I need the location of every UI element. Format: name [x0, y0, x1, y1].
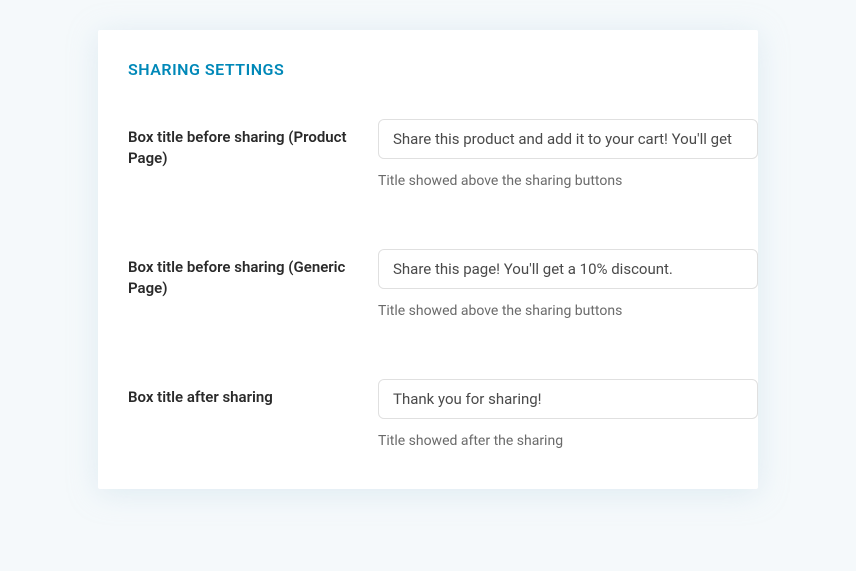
- input-before-product[interactable]: [378, 119, 758, 159]
- input-before-generic[interactable]: [378, 249, 758, 289]
- label-before-generic: Box title before sharing (Generic Page): [128, 249, 378, 299]
- control-wrap-before-generic: Title showed above the sharing buttons: [378, 249, 758, 319]
- label-before-product: Box title before sharing (Product Page): [128, 119, 378, 169]
- help-before-product: Title showed above the sharing buttons: [378, 173, 758, 189]
- control-wrap-before-product: Title showed above the sharing buttons: [378, 119, 758, 189]
- field-row-after: Box title after sharing Title showed aft…: [128, 379, 758, 449]
- field-row-before-generic: Box title before sharing (Generic Page) …: [128, 249, 758, 319]
- input-after[interactable]: [378, 379, 758, 419]
- control-wrap-after: Title showed after the sharing: [378, 379, 758, 449]
- label-after: Box title after sharing: [128, 379, 378, 408]
- sharing-settings-panel: SHARING SETTINGS Box title before sharin…: [98, 30, 758, 489]
- help-before-generic: Title showed above the sharing buttons: [378, 303, 758, 319]
- section-title: SHARING SETTINGS: [128, 60, 758, 79]
- field-row-before-product: Box title before sharing (Product Page) …: [128, 119, 758, 189]
- help-after: Title showed after the sharing: [378, 433, 758, 449]
